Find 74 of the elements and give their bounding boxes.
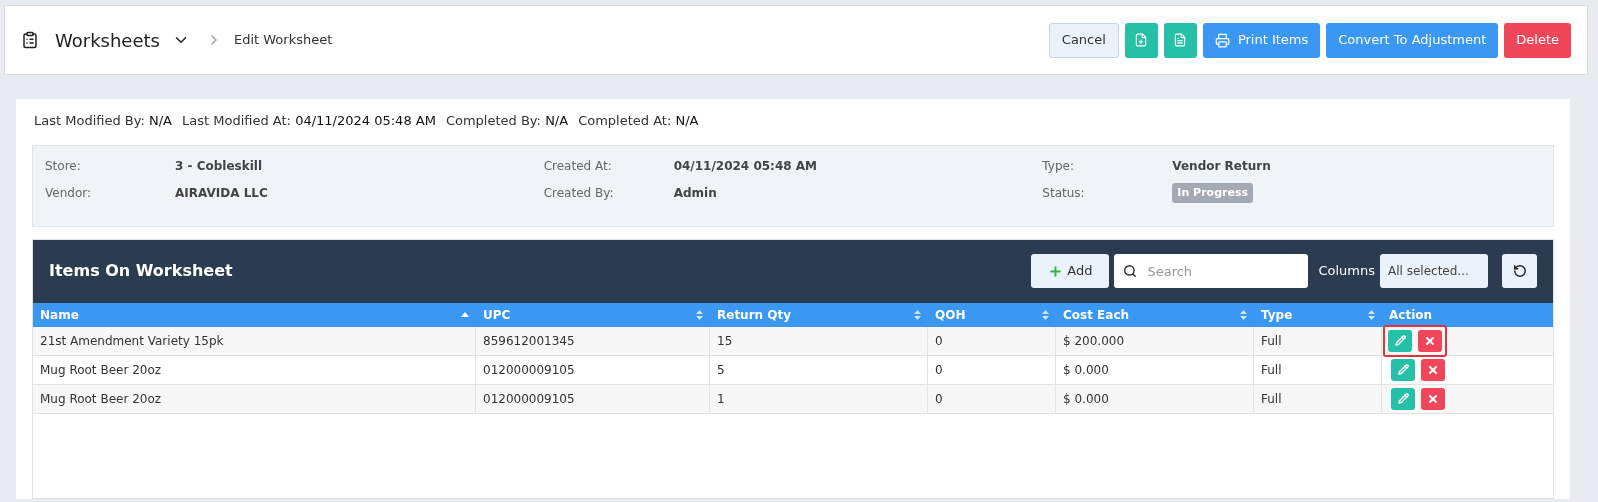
close-icon [1424,334,1436,347]
page-title: Worksheets [55,28,160,53]
column-header[interactable]: Type [1254,302,1382,327]
table-cell: 5 [710,355,928,384]
column-header[interactable]: Return Qty [710,302,928,327]
action-button[interactable]: Delete [1504,22,1571,58]
printer-icon [1214,32,1230,48]
field-value: 04/11/2024 05:48 AM [673,158,817,175]
document-button[interactable] [1163,22,1197,58]
table-cell: Full [1254,326,1382,355]
table-cell: 15 [710,326,928,355]
column-header[interactable]: QOH [928,302,1056,327]
document-icon [1173,33,1188,47]
pencil-icon [1394,335,1406,346]
search-field[interactable]: Search [1114,254,1309,288]
field-value: AIRAVIDA LLC [175,185,268,202]
table-cell: Full [1254,384,1382,413]
close-icon [1427,392,1439,405]
table-cell: Mug Root Beer 20oz [33,355,476,384]
field-value: Admin [673,185,717,202]
field-label: Type: [1042,158,1075,175]
meta-text: Last Modified By: N/A [34,112,172,130]
table-cell: 012000009105 [476,384,710,413]
document-button[interactable] [1124,22,1158,58]
column-header[interactable]: Cost Each [1056,302,1254,327]
pencil-icon [1397,364,1409,375]
table-cell: 1 [710,384,928,413]
pencil-icon [1397,393,1409,404]
meta-text: Completed By: N/A [445,112,569,130]
delete-button[interactable] [1421,358,1445,381]
reset-icon [1512,264,1527,278]
clipboard-icon [21,31,39,49]
table-cell: 859612001345 [476,326,710,355]
edit-button[interactable] [1391,387,1415,410]
table-cell: 0 [928,326,1056,355]
table-cell: 0 [928,384,1056,413]
meta-text: Last Modified At: 04/11/2024 05:48 AM [182,112,436,130]
action-button[interactable]: Cancel [1048,22,1119,58]
table-cell: Mug Root Beer 20oz [33,384,476,413]
delete-button[interactable] [1418,329,1442,352]
table-cell: $ 200.000 [1056,326,1254,355]
table-cell: 012000009105 [476,355,710,384]
breadcrumb-current: Edit Worksheet [233,31,333,50]
columns-label: Columns [1318,262,1375,281]
field-label: Store: [45,158,82,175]
column-header[interactable]: Action [1382,302,1553,327]
table-cell: Full [1254,355,1382,384]
edit-button[interactable] [1391,358,1415,381]
add-button[interactable]: Add [1031,254,1110,288]
columns-select[interactable]: All selected... [1380,254,1488,288]
plus-icon [1048,263,1064,279]
meta-text: Completed At: N/A [578,112,699,130]
table-cell: 21st Amendment Variety 15pk [33,326,476,355]
table-title: Items On Worksheet [49,260,233,282]
field-value: 3 - Cobleskill [175,158,263,175]
reset-button[interactable] [1502,254,1537,288]
close-icon [1427,363,1439,376]
delete-button[interactable] [1421,387,1445,410]
column-header[interactable]: Name [33,302,476,327]
table-cell: $ 0.000 [1056,355,1254,384]
edit-button[interactable] [1388,329,1412,352]
action-button[interactable]: Convert To Adjustment [1326,22,1499,58]
field-value: Vendor Return [1172,158,1271,175]
field-label: Vendor: [45,185,92,202]
table-cell: $ 0.000 [1056,384,1254,413]
table-cell: 0 [928,355,1056,384]
document-icon [1134,33,1149,47]
field-label: Status: [1042,185,1086,202]
search-icon [1123,264,1138,278]
column-header[interactable]: UPC [476,302,710,327]
status-badge: In Progress [1172,182,1253,204]
print-button[interactable]: Print Items [1202,22,1321,58]
field-label: Created By: [543,185,615,202]
field-label: Created At: [543,158,613,175]
